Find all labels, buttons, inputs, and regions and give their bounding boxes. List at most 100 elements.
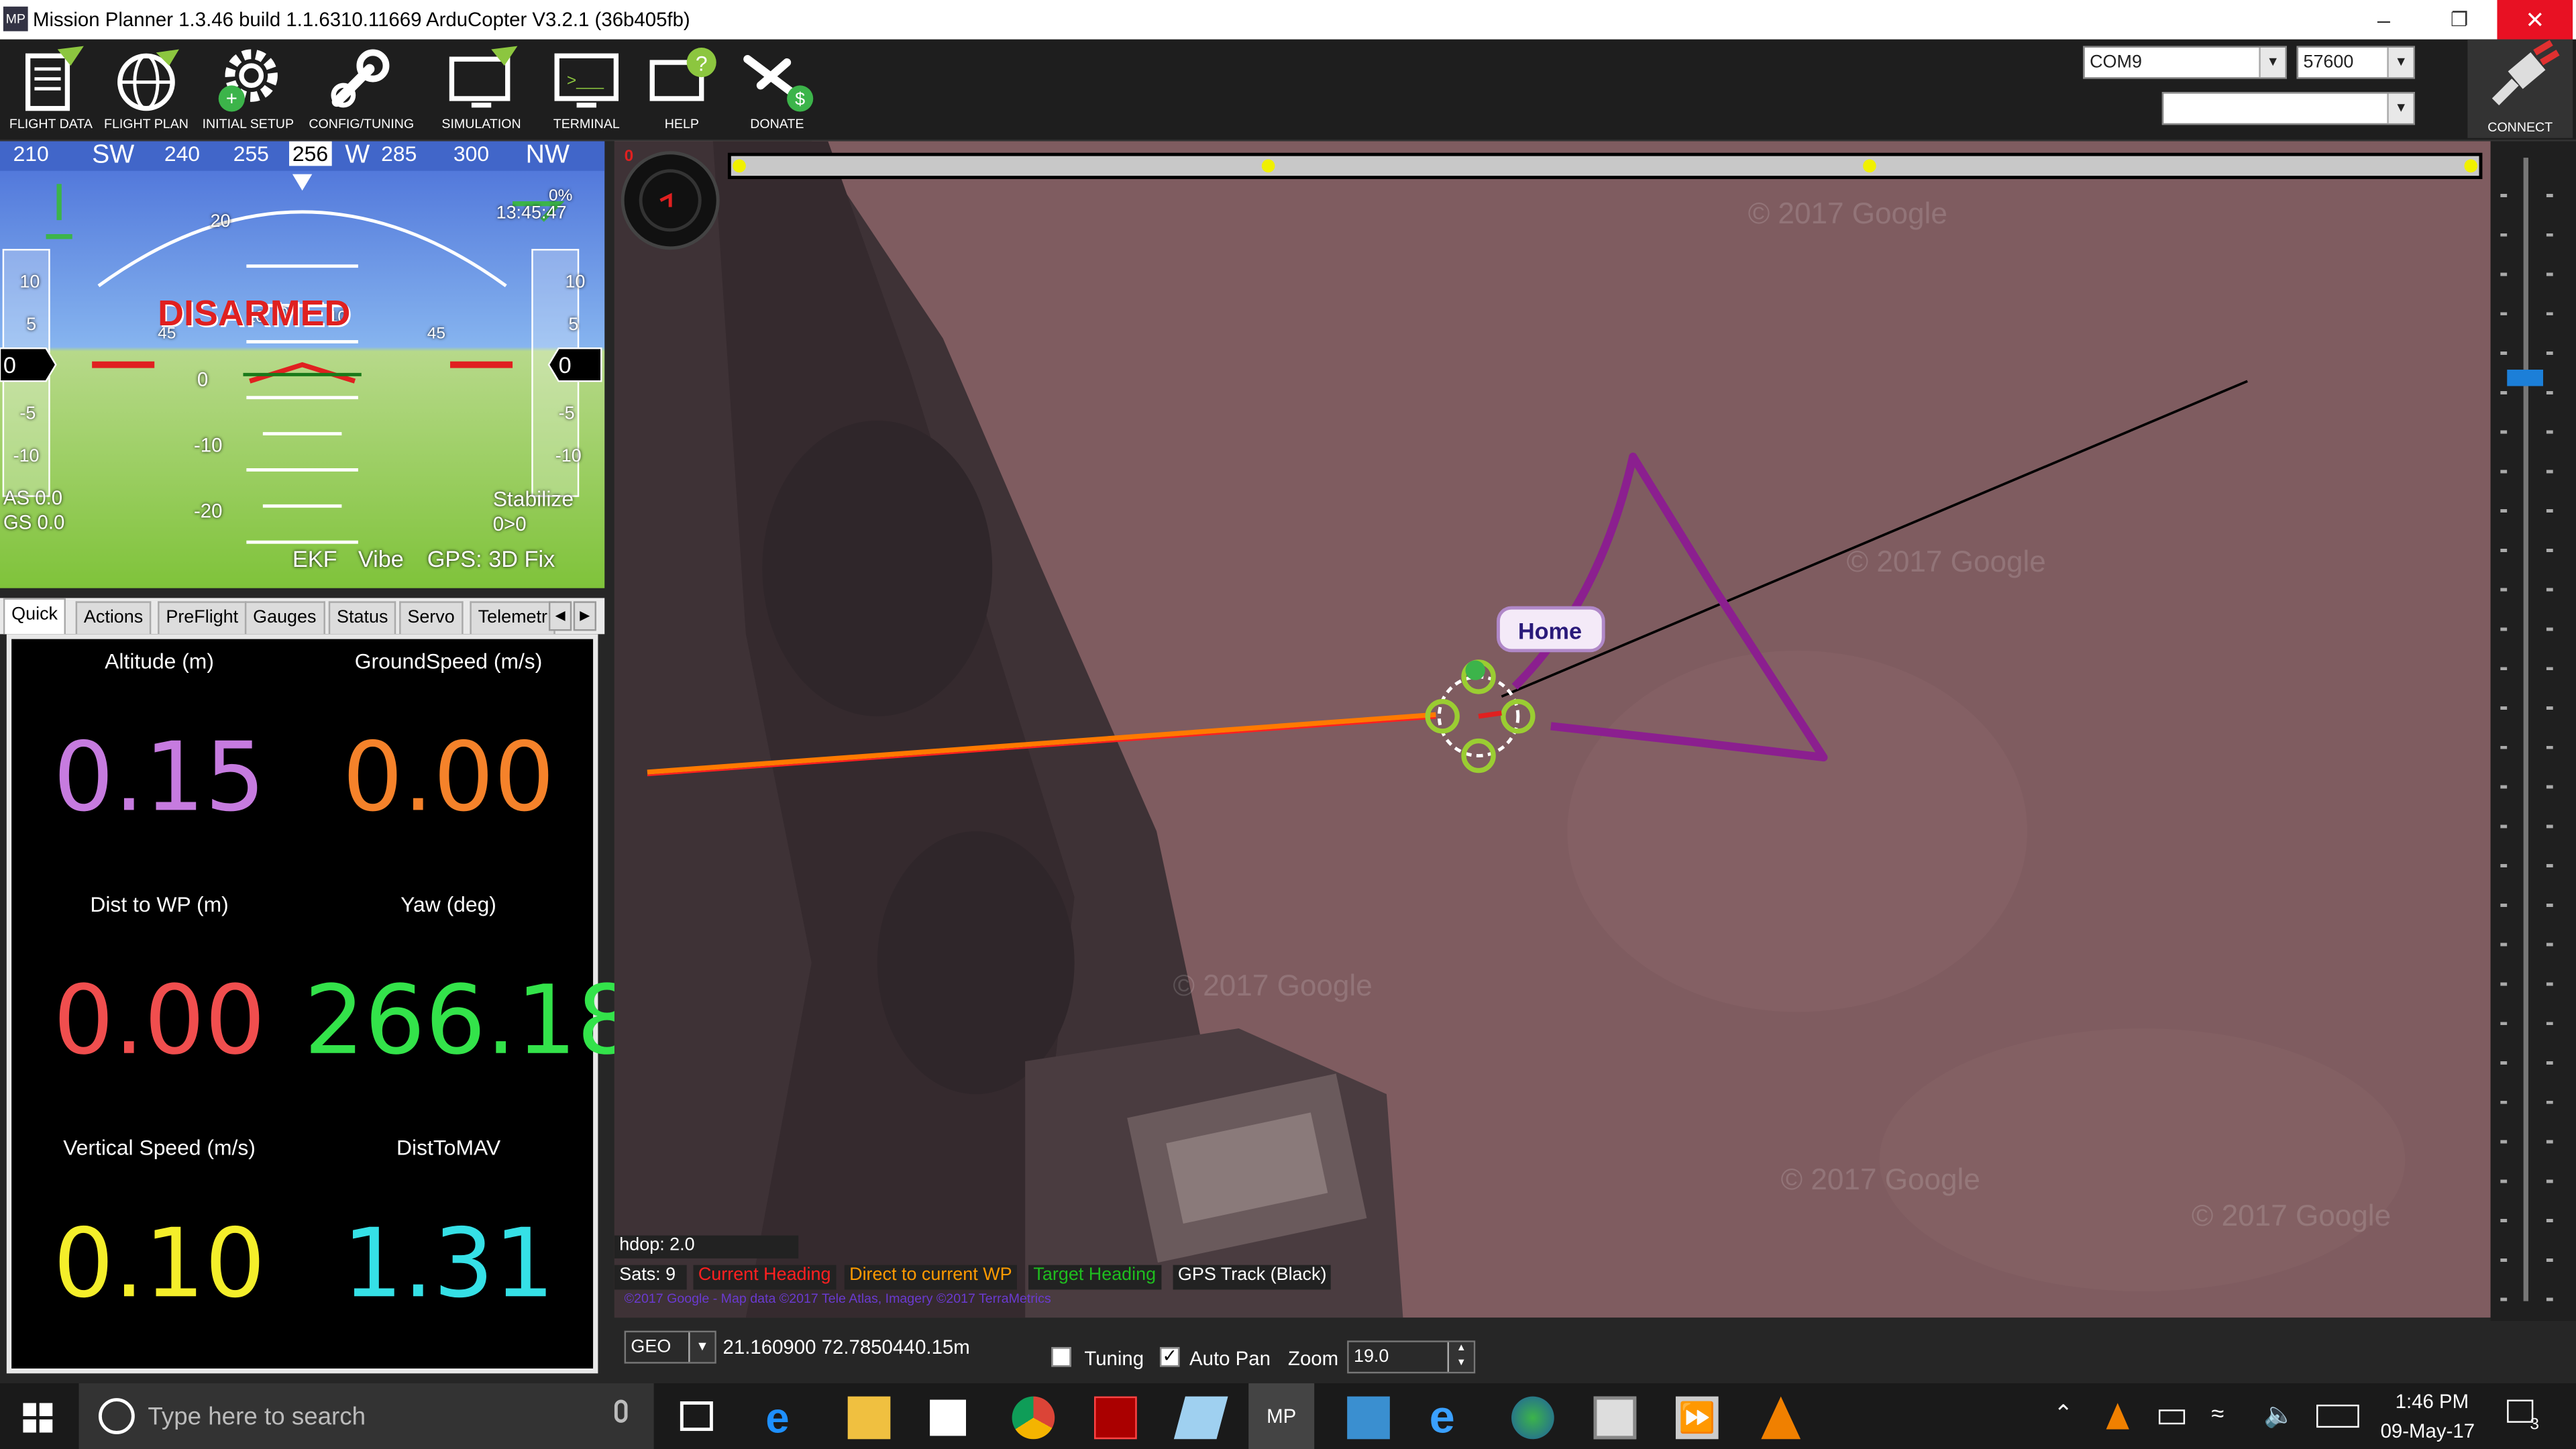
link-select[interactable]: ▼ (2161, 92, 2416, 125)
ie-icon[interactable]: e (1430, 1394, 1472, 1440)
minimize-button[interactable]: – (2346, 0, 2422, 40)
tab-scroll-left-icon[interactable]: ◀ (548, 601, 572, 631)
home-marker-icon[interactable] (1465, 660, 1485, 680)
quick-label: GroundSpeed (m/s) (354, 649, 543, 674)
notepad-icon[interactable] (1173, 1396, 1228, 1440)
flight-data-button[interactable]: FLIGHT DATA (0, 43, 102, 138)
timeline-marker[interactable] (733, 159, 746, 173)
media-icon[interactable]: ⏩ (1675, 1396, 1719, 1440)
windows-start-icon[interactable] (23, 1403, 53, 1433)
map-watermark: © 2017 Google (2192, 1199, 2391, 1232)
ekf-status[interactable]: EKF (292, 545, 337, 572)
altitude-slider-thumb[interactable] (2507, 370, 2544, 386)
com-port-select[interactable]: COM9 ▼ (2083, 46, 2287, 79)
battery-icon[interactable] (2158, 1409, 2186, 1425)
search-input[interactable]: Type here to search (148, 1403, 366, 1431)
microphone-icon[interactable] (614, 1399, 628, 1423)
keyboard-icon[interactable] (2316, 1404, 2359, 1428)
volume-icon[interactable]: 🔈 (2264, 1400, 2295, 1430)
map-watermark: © 2017 Google (1173, 969, 1373, 1002)
autopan-checkbox[interactable]: ✓ (1159, 1347, 1180, 1367)
tuning-checkbox[interactable] (1051, 1347, 1071, 1367)
flight-plan-button[interactable]: FLIGHT PLAN (95, 43, 197, 138)
mission-planner-icon[interactable]: MP (1248, 1383, 1315, 1449)
quick-value[interactable]: 0.15 (15, 721, 304, 833)
config-tuning-label: CONFIG/TUNING (309, 116, 415, 131)
heading-tick: SW (92, 141, 135, 170)
close-button[interactable]: ✕ (2497, 0, 2573, 40)
restore-button[interactable]: ❐ (2422, 0, 2498, 40)
wifi-icon[interactable]: ≈ (2211, 1400, 2224, 1426)
earth-icon[interactable] (1511, 1396, 1554, 1440)
quick-value[interactable]: 0.10 (15, 1208, 304, 1320)
tab-servo[interactable]: Servo (399, 601, 464, 635)
camera-icon[interactable] (1593, 1396, 1637, 1440)
map-view[interactable]: © 2017 Google © 2017 Google © 2017 Googl… (614, 141, 2491, 1318)
clock-time[interactable]: 1:46 PM (2396, 1390, 2469, 1413)
tab-preflight[interactable]: PreFlight (158, 601, 247, 635)
config-tuning-button[interactable]: CONFIG/TUNING (309, 43, 415, 138)
chevron-down-icon[interactable]: ▼ (688, 1332, 715, 1362)
tab-scroll-right-icon[interactable]: ▶ (573, 601, 596, 631)
connect-button[interactable]: CONNECT (2467, 39, 2573, 138)
photos-icon[interactable] (1347, 1396, 1390, 1440)
chevron-down-icon[interactable]: ▼ (2387, 93, 2414, 123)
stepper-arrows-icon[interactable]: ▲ ▼ (1447, 1342, 1474, 1372)
quick-value[interactable]: 0.00 (304, 721, 593, 833)
store-icon[interactable] (930, 1399, 967, 1436)
quick-value[interactable]: 266.18 (304, 965, 637, 1077)
armed-status: DISARMED (158, 292, 351, 334)
tab-gauges[interactable]: Gauges (244, 601, 325, 635)
acrobat-icon[interactable] (1094, 1396, 1137, 1440)
timeline-marker[interactable] (1261, 159, 1275, 173)
chevron-down-icon[interactable]: ▼ (2387, 48, 2414, 78)
hud-time: 13:45:47 (496, 203, 567, 224)
map-canvas[interactable]: © 2017 Google © 2017 Google © 2017 Googl… (614, 141, 2491, 1318)
gear-icon: + (218, 49, 278, 112)
tab-quick[interactable]: Quick (3, 598, 66, 635)
vlc-icon[interactable] (1761, 1396, 1801, 1440)
notification-count: 3 (2530, 1416, 2540, 1434)
map-watermark: © 2017 Google (1748, 197, 1947, 230)
tab-telemetry[interactable]: Telemetr (470, 601, 556, 635)
globe-icon (117, 49, 179, 111)
search-box[interactable]: Type here to search (78, 1383, 654, 1449)
chevron-up-icon[interactable]: ⌃ (2053, 1400, 2073, 1428)
chevron-down-icon[interactable]: ▼ (2259, 48, 2286, 78)
edge-icon[interactable]: e (765, 1397, 808, 1440)
file-explorer-icon[interactable] (847, 1396, 891, 1440)
hdop-readout: hdop: 2.0 (614, 1235, 799, 1258)
tab-actions[interactable]: Actions (75, 601, 152, 635)
heading-tick: 285 (381, 141, 417, 166)
map-attribution: ©2017 Google - Map data ©2017 Tele Atlas… (624, 1291, 1051, 1306)
timeline-marker[interactable] (2464, 159, 2478, 173)
terminal-button[interactable]: >___ TERMINAL (535, 43, 637, 138)
altitude-slider-track[interactable] (2523, 158, 2528, 1301)
timeline-start: 0 (624, 148, 634, 166)
baud-rate-select[interactable]: 57600 ▼ (2296, 46, 2416, 79)
data-tabs: Quick Actions PreFlight Gauges Status Se… (0, 598, 605, 635)
chrome-icon[interactable] (1012, 1396, 1055, 1440)
flight-plan-label: FLIGHT PLAN (103, 116, 189, 131)
vibe-status[interactable]: Vibe (358, 545, 404, 572)
roll-label: 45 (427, 325, 445, 343)
vlc-tray-icon[interactable] (2106, 1403, 2129, 1430)
quick-value[interactable]: 1.31 (304, 1208, 593, 1320)
simulation-button[interactable]: SIMULATION (431, 43, 533, 138)
timeline-marker[interactable] (1863, 159, 1876, 173)
task-view-icon[interactable] (680, 1401, 713, 1432)
quick-value[interactable]: 0.00 (15, 965, 304, 1077)
help-button[interactable]: ? HELP (631, 43, 733, 138)
quick-view-panel: Altitude (m) 0.15 GroundSpeed (m/s) 0.00… (6, 634, 637, 1374)
zoom-stepper[interactable]: 19.0 ▲ ▼ (1347, 1340, 1476, 1374)
airspeed: AS 0.0 (3, 486, 63, 510)
initial-setup-button[interactable]: + INITIAL SETUP (197, 43, 299, 138)
groundspeed: GS 0.0 (3, 511, 65, 534)
tab-status[interactable]: Status (328, 601, 396, 635)
clock-date[interactable]: 09-May-17 (2381, 1419, 2475, 1442)
connect-label: CONNECT (2487, 119, 2553, 135)
donate-button[interactable]: $ DONATE (726, 43, 828, 138)
playback-timeline[interactable] (727, 152, 2483, 179)
tape-left-label: -10 (13, 447, 40, 467)
coord-system-select[interactable]: GEO ▼ (624, 1330, 716, 1364)
